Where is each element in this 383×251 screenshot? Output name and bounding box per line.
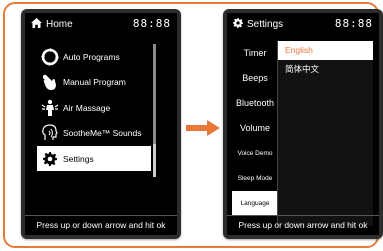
hint-text: Press up or down arrow and hit ok (25, 215, 177, 235)
menu-item-label: Settings (63, 153, 94, 164)
gear-icon (233, 18, 243, 31)
person-air-icon (37, 99, 63, 117)
hand-pointer-icon (37, 73, 63, 91)
head-sound-icon (37, 124, 63, 142)
status-bar: Home 88:88 (25, 13, 177, 33)
clock: 88:88 (132, 17, 171, 30)
settings-screen: Settings 88:88 Timer Beeps Bluetooth Vol… (227, 13, 379, 235)
scrollbar-thumb[interactable] (153, 44, 156, 144)
menu-item-label: Manual Program (63, 77, 126, 87)
gear-icon (37, 151, 63, 166)
home-device: Home 88:88 Auto Programs Manual Program … (21, 9, 181, 239)
home-menu: Auto Programs Manual Program Air Massage… (37, 44, 151, 172)
settings-sidebar: Timer Beeps Bluetooth Volume Voice Demo … (232, 41, 278, 216)
menu-item-manual-program[interactable]: Manual Program (37, 70, 151, 95)
menu-scrollbar[interactable] (153, 44, 156, 177)
menu-item-label: Air Massage (63, 102, 111, 113)
sidebar-item-voice-demo[interactable]: Voice Demo (232, 141, 278, 166)
menu-item-label: Auto Programs (63, 51, 120, 62)
menu-item-soothe-sounds[interactable]: SootheMe™ Sounds (37, 121, 151, 146)
language-panel: English 简体中文 (278, 41, 373, 226)
settings-title-label: Settings (247, 19, 284, 30)
menu-item-auto-programs[interactable]: Auto Programs (37, 44, 151, 69)
menu-item-settings[interactable]: Settings (37, 146, 151, 171)
settings-title: Settings (233, 18, 283, 31)
home-icon (31, 18, 42, 31)
status-bar: Settings 88:88 (227, 13, 379, 33)
menu-item-label: SootheMe™ Sounds (63, 128, 142, 138)
language-option-english[interactable]: English (278, 41, 373, 60)
sidebar-item-beeps[interactable]: Beeps (232, 66, 278, 91)
home-title-label: Home (46, 19, 73, 30)
home-screen: Home 88:88 Auto Programs Manual Program … (25, 13, 177, 235)
settings-device: Settings 88:88 Timer Beeps Bluetooth Vol… (223, 9, 383, 239)
sidebar-item-volume[interactable]: Volume (232, 116, 278, 141)
sidebar-item-language[interactable]: Language (232, 191, 278, 216)
hint-text: Press up or down arrow and hit ok (227, 215, 379, 235)
language-option-chinese[interactable]: 简体中文 (278, 60, 373, 79)
sidebar-item-sleep-mode[interactable]: Sleep Mode (232, 166, 278, 191)
circular-arrows-icon (37, 47, 63, 66)
menu-item-air-massage[interactable]: Air Massage (37, 95, 151, 120)
home-title: Home (31, 18, 73, 31)
sidebar-item-timer[interactable]: Timer (232, 41, 278, 66)
arrow-right-icon (186, 120, 220, 136)
clock: 88:88 (334, 17, 373, 30)
sidebar-item-bluetooth[interactable]: Bluetooth (232, 91, 278, 116)
